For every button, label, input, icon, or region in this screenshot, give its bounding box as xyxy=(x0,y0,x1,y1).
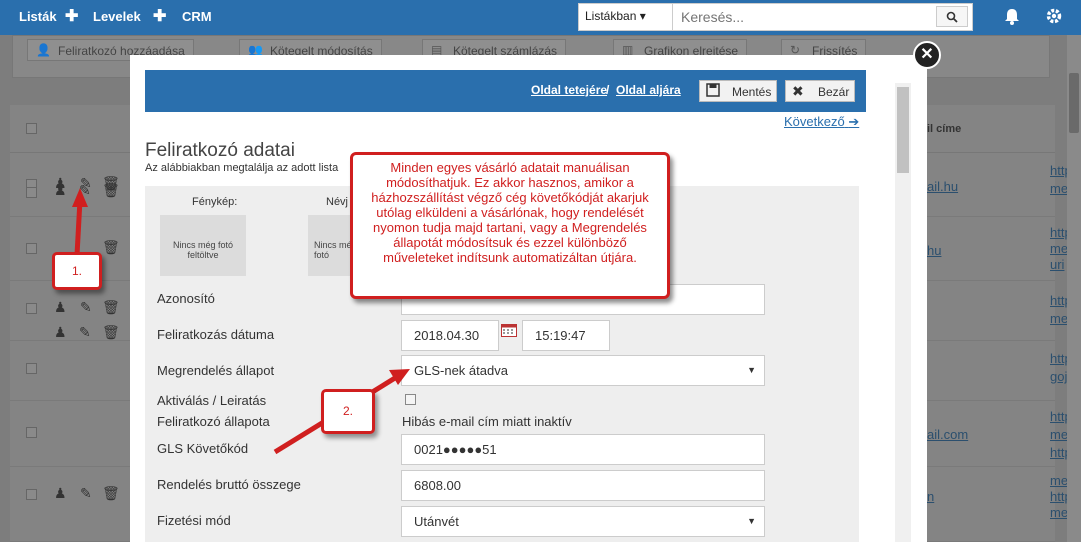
nav-levelek[interactable]: Levelek xyxy=(93,9,141,24)
save-icon xyxy=(706,83,720,100)
row-link[interactable]: uri xyxy=(1050,257,1064,272)
scroll-top-link[interactable]: Oldal tetejére xyxy=(531,83,607,97)
payment-method-label: Fizetési mód xyxy=(157,513,231,528)
signature-label: Névj xyxy=(326,196,349,208)
user-icon[interactable]: ♟ xyxy=(54,182,67,199)
user-icon[interactable]: ♟ xyxy=(54,324,67,341)
row-link[interactable]: goj xyxy=(1050,369,1067,384)
order-status-value: GLS-nek átadva xyxy=(414,363,508,378)
chevron-down-icon: ▼ xyxy=(747,365,756,375)
modal-title: Feliratkozó adatai xyxy=(145,140,295,161)
row-link[interactable]: me xyxy=(1050,505,1068,520)
top-navbar: Listák ✚ Levelek ✚ CRM Listákban ▾ xyxy=(0,0,1081,35)
select-all-checkbox[interactable] xyxy=(26,123,37,134)
annotation-callout: Minden egyes vásárló adatait manuálisan … xyxy=(350,152,670,299)
row-email[interactable]: ail.hu xyxy=(927,179,958,194)
time-field[interactable]: 15:19:47 xyxy=(522,320,610,351)
subscriber-status-label: Feliratkozó állapota xyxy=(157,414,270,429)
edit-icon[interactable]: ✎ xyxy=(80,299,92,316)
row-link[interactable]: me xyxy=(1050,311,1068,326)
row-link[interactable]: me xyxy=(1050,241,1068,256)
row-checkbox[interactable] xyxy=(26,489,37,500)
row-email[interactable]: n xyxy=(927,489,934,504)
row-checkbox[interactable] xyxy=(26,187,37,198)
row-email[interactable]: hu xyxy=(927,243,941,258)
modal-scroll-thumb[interactable] xyxy=(897,87,909,173)
add-letter-icon[interactable]: ✚ xyxy=(153,6,166,26)
search-button[interactable] xyxy=(936,6,968,27)
row-email[interactable]: ail.com xyxy=(927,427,968,442)
gross-amount-label: Rendelés bruttó összege xyxy=(157,477,301,492)
subscriber-status-value: Hibás e-mail cím miatt inaktív xyxy=(402,414,572,429)
date-field[interactable]: 2018.04.30 xyxy=(401,320,499,351)
trash-icon[interactable]: 🗑 xyxy=(102,324,120,341)
modal-subtitle: Az alábbiakban megtalálja az adott lista xyxy=(145,162,339,174)
activation-label: Aktiválás / Leiratás xyxy=(157,393,267,408)
payment-method-value: Utánvét xyxy=(414,514,459,529)
trash-icon[interactable]: 🗑 xyxy=(102,239,120,256)
save-button[interactable]: Mentés xyxy=(699,80,777,102)
activation-checkbox[interactable] xyxy=(405,394,416,405)
page-scrollbar[interactable] xyxy=(1067,35,1081,542)
gls-tracking-label: GLS Követőkód xyxy=(157,441,249,456)
edit-icon[interactable]: ✎ xyxy=(79,182,91,199)
gls-tracking-field[interactable]: 0021●●●●●51 xyxy=(401,434,765,465)
page-scroll-thumb[interactable] xyxy=(1069,73,1079,133)
calendar-icon[interactable] xyxy=(501,323,517,337)
modal-close-icon[interactable]: ✕ xyxy=(913,41,941,69)
add-list-icon[interactable]: ✚ xyxy=(65,6,78,26)
user-icon[interactable]: ♟ xyxy=(54,485,67,502)
user-icon[interactable]: ♟ xyxy=(54,299,67,316)
photo-label: Fénykép: xyxy=(192,196,238,208)
email-column-header: il címe xyxy=(927,123,962,135)
close-button[interactable]: ✖ Bezár xyxy=(785,80,855,102)
trash-icon[interactable]: 🗑 xyxy=(102,485,120,502)
photo-placeholder[interactable]: Nincs még fotó feltöltve xyxy=(160,215,246,276)
trash-icon[interactable]: 🗑 xyxy=(102,299,120,316)
search-bar: Listákban ▾ xyxy=(578,3,973,31)
row-checkbox[interactable] xyxy=(26,303,37,314)
order-status-label: Megrendelés állapot xyxy=(157,363,275,378)
bell-icon[interactable] xyxy=(1003,7,1021,31)
gear-icon[interactable] xyxy=(1045,7,1063,30)
row-checkbox[interactable] xyxy=(26,363,37,374)
gross-amount-field[interactable]: 6808.00 xyxy=(401,470,765,501)
search-input[interactable] xyxy=(675,4,935,30)
search-icon xyxy=(946,11,958,23)
link-separator: / xyxy=(606,83,610,97)
row-checkbox[interactable] xyxy=(26,243,37,254)
nav-crm[interactable]: CRM xyxy=(182,9,212,24)
modal-scrollbar[interactable] xyxy=(895,83,911,542)
row-link[interactable]: me xyxy=(1050,473,1068,488)
chevron-down-icon: ▼ xyxy=(747,516,756,526)
id-label: Azonosító xyxy=(157,291,215,306)
trash-icon[interactable]: 🗑 xyxy=(102,182,120,199)
annotation-step2: 2. xyxy=(321,389,375,434)
edit-icon[interactable]: ✎ xyxy=(79,324,91,341)
arrow-right-icon: ➔ xyxy=(848,114,860,129)
scroll-bottom-link[interactable]: Oldal aljára xyxy=(616,83,681,97)
date-label: Feliratkozás dátuma xyxy=(157,327,275,342)
row-checkbox[interactable] xyxy=(26,427,37,438)
nav-listak[interactable]: Listák xyxy=(19,9,57,24)
payment-method-select[interactable]: Utánvét ▼ xyxy=(401,506,765,537)
next-link[interactable]: Következő ➔ xyxy=(784,114,859,130)
search-scope-dropdown[interactable]: Listákban ▾ xyxy=(579,4,673,30)
modal-header-bar: Oldal tetejére / Oldal aljára Mentés ✖ B… xyxy=(145,70,866,112)
row-link[interactable]: me xyxy=(1050,181,1068,196)
annotation-step1: 1. xyxy=(52,252,102,290)
order-status-select[interactable]: GLS-nek átadva ▼ xyxy=(401,355,765,386)
close-icon: ✖ xyxy=(792,83,804,99)
row-link[interactable]: me xyxy=(1050,427,1068,442)
edit-icon[interactable]: ✎ xyxy=(80,485,92,502)
